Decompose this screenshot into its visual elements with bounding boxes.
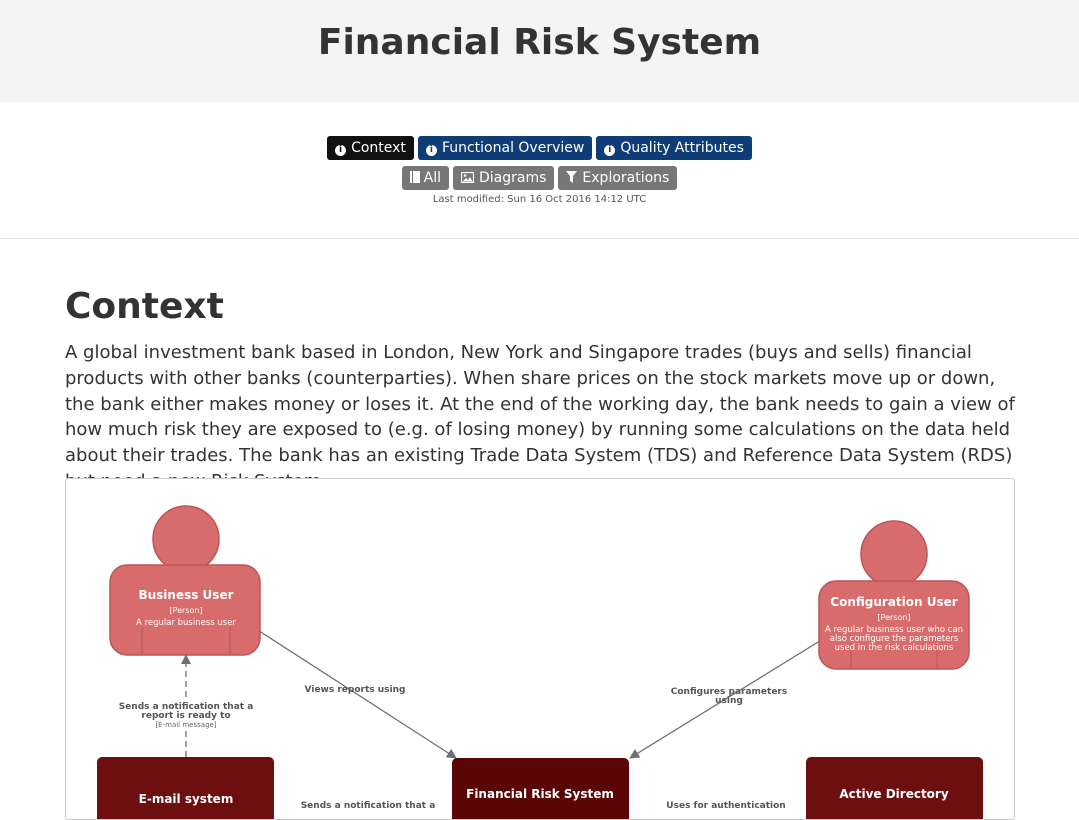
person-description: used in the risk calculations	[835, 643, 954, 653]
tab-all[interactable]: All	[401, 166, 450, 190]
context-diagram[interactable]: Views reports using Configures parameter…	[65, 478, 1015, 820]
system-email[interactable]: E-mail system	[97, 757, 274, 819]
edge-label-views-reports: Views reports using	[305, 685, 406, 695]
edge-label-configures-parameters-2: using	[715, 696, 743, 706]
tab-quality-attributes[interactable]: i Quality Attributes	[596, 136, 752, 160]
edge-label-uses-authentication: Uses for authentication	[666, 801, 785, 811]
tab-label: Explorations	[582, 170, 670, 186]
page-header: Financial Risk System	[0, 0, 1079, 102]
filter-icon	[566, 171, 578, 183]
last-modified: Last modified: Sun 16 Oct 2016 14:12 UTC	[432, 194, 647, 205]
system-box	[97, 757, 274, 819]
system-name: Active Directory	[839, 787, 949, 801]
person-name: Business User	[138, 588, 233, 602]
section-title: Context	[65, 286, 224, 327]
person-head	[152, 505, 220, 573]
person-description: A regular business user	[136, 618, 236, 628]
tab-diagrams[interactable]: Diagrams	[453, 166, 555, 190]
system-name: Financial Risk System	[466, 787, 614, 801]
section-body: A global investment bank based in London…	[65, 342, 1015, 492]
person-type: [Person]	[169, 606, 202, 615]
diagram-canvas: Views reports using Configures parameter…	[97, 505, 983, 819]
system-name: E-mail system	[139, 792, 234, 806]
tab-label: Functional Overview	[441, 140, 585, 156]
info-icon: i	[335, 145, 347, 156]
tab-label: Context	[351, 140, 406, 156]
filter-tabs: All Diagrams Explorations	[0, 166, 1079, 190]
person-business-user[interactable]: Business User [Person] A regular busines…	[109, 505, 261, 656]
edge-tech-email-message: [E-mail message]	[155, 721, 216, 729]
edge-label-sends-notification-2: report is ready to	[141, 711, 230, 721]
document-icon	[409, 171, 420, 183]
image-icon	[460, 171, 475, 184]
tab-context[interactable]: i Context	[327, 136, 414, 160]
edge-label-sends-notification-email: Sends a notification that a	[301, 801, 436, 811]
tab-label: All	[423, 170, 442, 186]
tab-label: Diagrams	[479, 170, 547, 186]
divider	[0, 238, 1079, 239]
person-name: Configuration User	[830, 595, 957, 609]
view-tabs: i Context i Functional Overview i Quality Att…	[0, 136, 1079, 160]
info-icon: i	[425, 145, 437, 156]
info-icon: i	[604, 145, 616, 156]
page-title: Financial Risk System	[317, 22, 762, 63]
person-head	[860, 520, 928, 588]
system-active-directory[interactable]: Active Directory	[806, 757, 983, 819]
system-financial-risk[interactable]: Financial Risk System	[452, 758, 629, 819]
tab-functional-overview[interactable]: i Functional Overview	[417, 136, 593, 160]
person-configuration-user[interactable]: Configuration User [Person] A regular bu…	[818, 520, 970, 670]
tab-label: Quality Attributes	[620, 140, 744, 156]
tab-explorations[interactable]: Explorations	[558, 166, 678, 190]
person-type: [Person]	[877, 613, 910, 622]
